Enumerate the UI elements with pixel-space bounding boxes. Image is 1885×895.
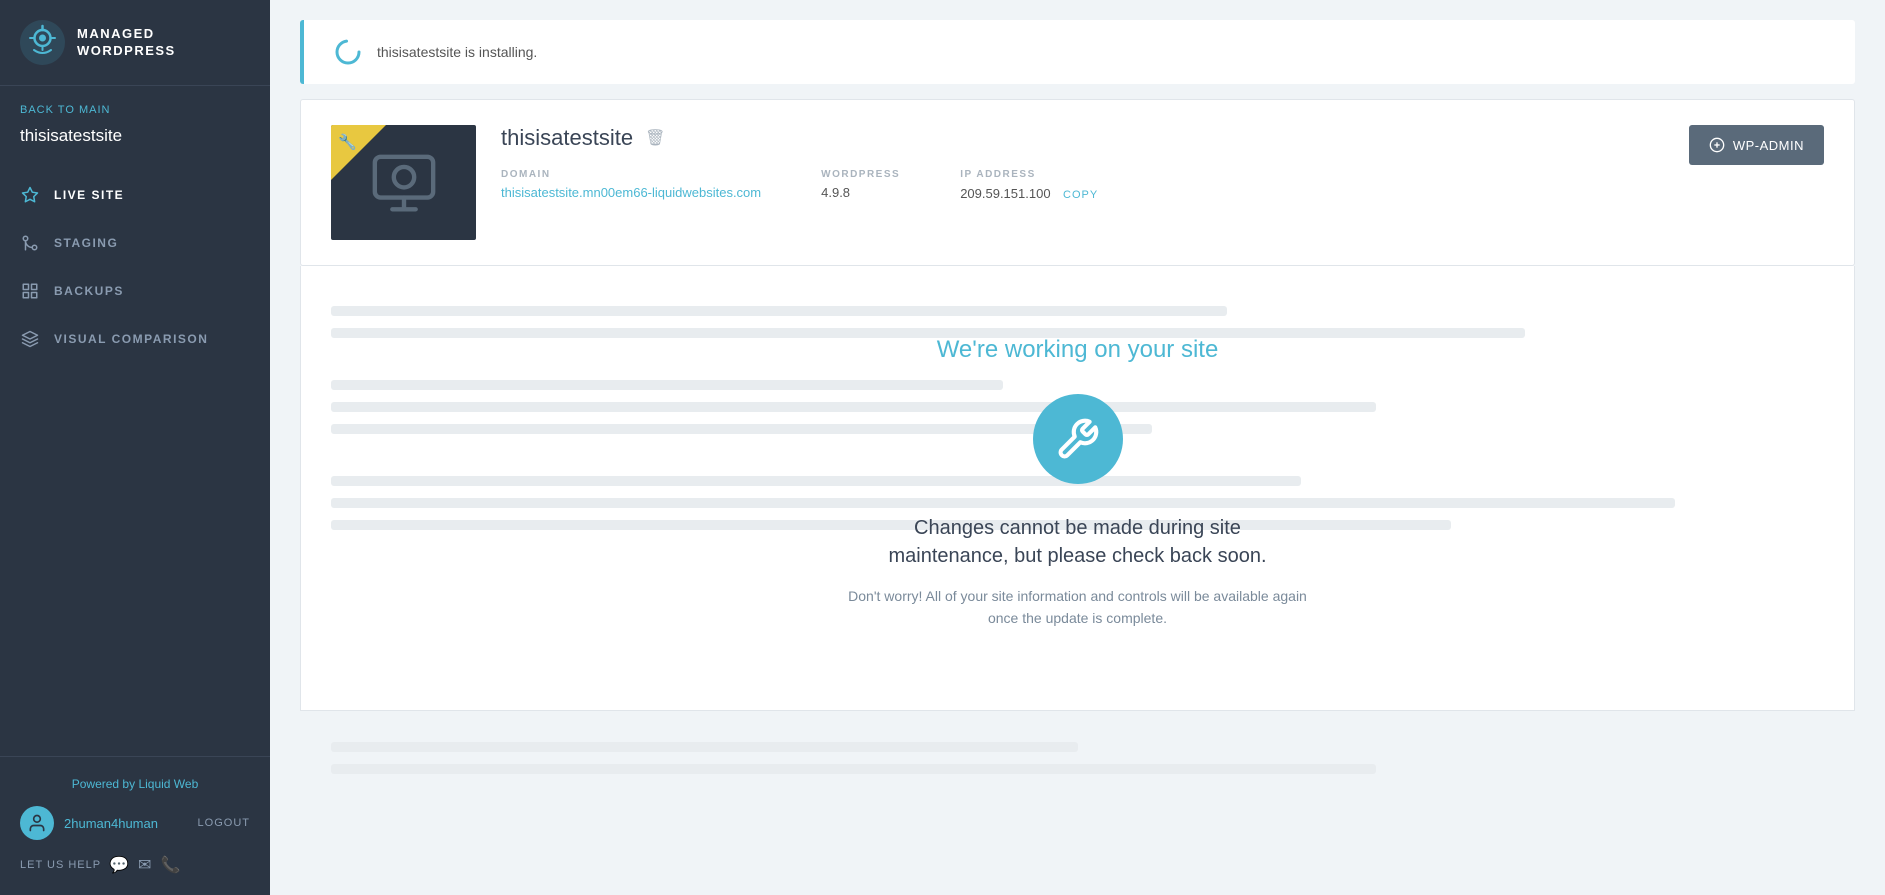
sidebar-item-visual-comparison[interactable]: VISUAL COMPARISON [0,315,270,363]
user-row: 2human4human LOGOUT [20,806,250,840]
powered-by-text: Powered by Liquid Web [20,777,250,791]
ip-copy-button[interactable]: COPY [1063,189,1098,201]
email-icon[interactable]: ✉ [138,855,152,875]
sidebar-footer: Powered by Liquid Web 2human4human LOGOU… [0,756,270,895]
site-title-row: thisisatestsite 🗑 [501,125,1664,151]
sidebar-item-live-site[interactable]: LIVE SITE [0,171,270,219]
main-content: thisisatestsite is installing. 🔧 thisisa… [270,0,1885,895]
sidebar: MANAGED WORDPRESS BACK TO MAIN thisisate… [0,0,270,895]
site-info: thisisatestsite 🗑 DOMAIN thisisatestsite… [501,125,1664,203]
domain-label: DOMAIN [501,169,761,180]
wp-icon [1709,137,1725,153]
logout-button[interactable]: LOGOUT [198,817,250,829]
chat-icon[interactable]: 💬 [109,855,130,875]
avatar [20,806,54,840]
site-card: 🔧 thisisatestsite 🗑 DOMAIN thisisatestsi… [300,99,1855,266]
domain-group: DOMAIN thisisatestsite.mn00em66-liquidwe… [501,169,761,203]
wordpress-label: WORDPRESS [821,169,900,180]
username-label: 2human4human [64,816,188,831]
installing-banner: thisisatestsite is installing. [300,20,1855,84]
star-icon [20,185,40,205]
current-site-name: thisisatestsite [0,121,270,161]
sidebar-item-backups[interactable]: BACKUPS [0,267,270,315]
site-thumbnail: 🔧 [331,125,476,240]
logo-icon [20,20,65,65]
sidebar-logo: MANAGED WORDPRESS [0,0,270,86]
let-us-help: LET US HELP 💬 ✉ 📞 [20,855,250,875]
sidebar-item-staging[interactable]: STAGING [0,219,270,267]
sidebar-item-label: LIVE SITE [54,188,124,202]
domain-link[interactable]: thisisatestsite.mn00em66-liquidwebsites.… [501,185,761,200]
wordpress-version: 4.9.8 [821,185,900,200]
installing-text: thisisatestsite is installing. [377,44,537,60]
spinner-icon [334,38,362,66]
maintenance-area: We're working on your site Changes canno… [300,266,1855,711]
wp-admin-button[interactable]: WP-ADMIN [1689,125,1824,165]
maintenance-overlay: We're working on your site Changes canno… [331,306,1824,660]
sidebar-item-label: STAGING [54,236,118,250]
backups-icon [20,281,40,301]
back-to-main-link[interactable]: BACK TO MAIN [0,86,270,121]
maintenance-sub-text: Don't worry! All of your site informatio… [838,585,1318,630]
wrench-circle [1033,394,1123,484]
wordpress-group: WORDPRESS 4.9.8 [821,169,900,203]
logo-text: MANAGED WORDPRESS [77,26,176,60]
ip-value: 209.59.151.100 [960,186,1050,201]
delete-icon[interactable]: 🗑 [645,128,665,148]
site-title: thisisatestsite [501,125,633,151]
sidebar-item-label: VISUAL COMPARISON [54,332,208,346]
working-title: We're working on your site [937,336,1219,364]
phone-icon[interactable]: 📞 [160,855,181,875]
maintenance-main-text: Changes cannot be made during site maint… [868,514,1288,570]
staging-icon [20,233,40,253]
ip-group: IP ADDRESS 209.59.151.100 COPY [960,169,1098,203]
wrench-icon [1055,417,1100,462]
layers-icon [20,329,40,349]
ip-label: IP ADDRESS [960,169,1098,180]
site-meta: DOMAIN thisisatestsite.mn00em66-liquidwe… [501,169,1664,203]
thumbnail-wrench-icon: 🔧 [338,133,357,151]
sidebar-nav: LIVE SITE STAGING BACKUPS [0,161,270,756]
sidebar-item-label: BACKUPS [54,284,124,298]
